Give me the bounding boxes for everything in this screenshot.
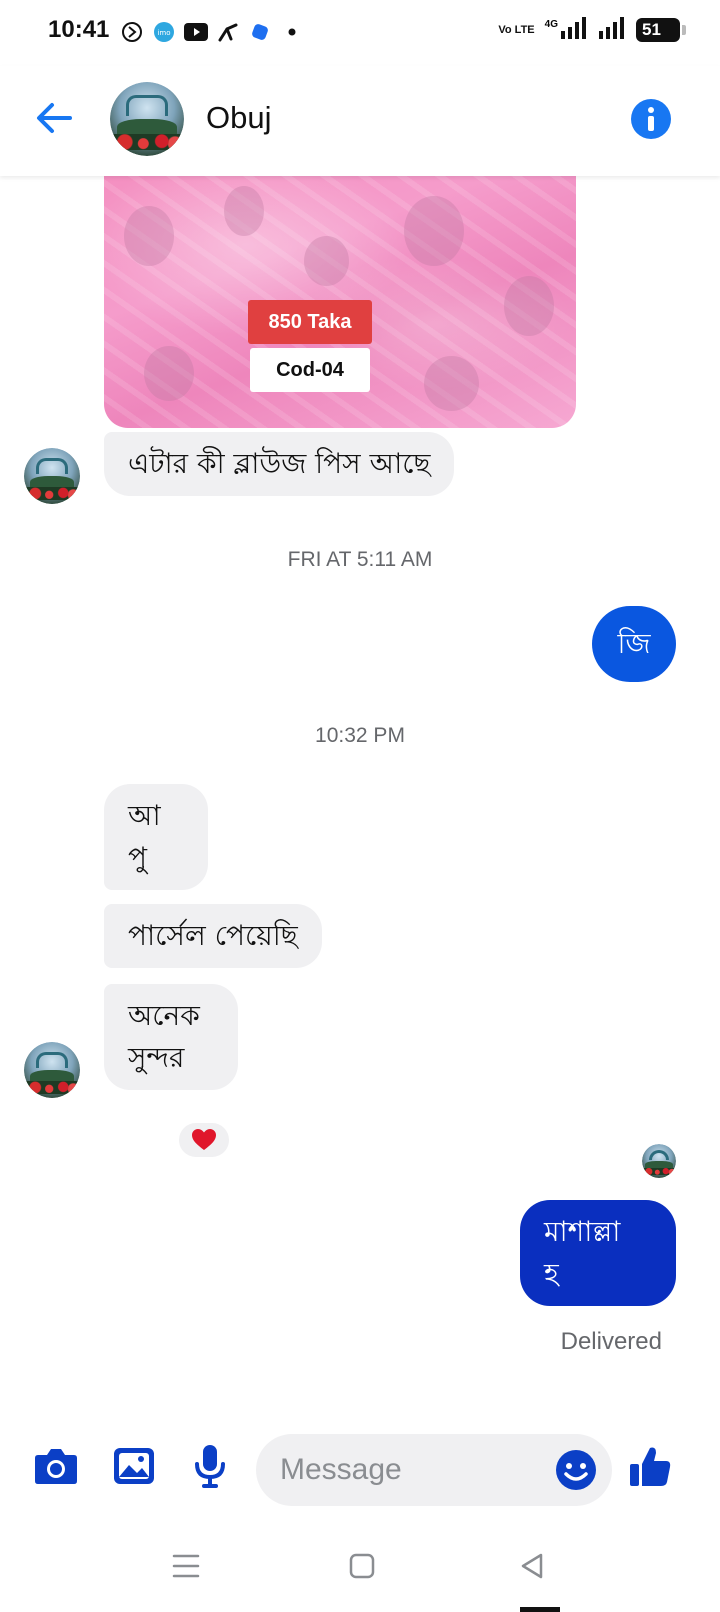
message-text-line: পু <box>128 841 148 874</box>
app-notification-icon <box>248 20 272 44</box>
info-button[interactable] <box>630 98 672 140</box>
telenor-icon <box>216 20 240 44</box>
gesture-indicator <box>520 1607 560 1612</box>
like-button[interactable] <box>626 1442 674 1490</box>
volte-indicator: Vo LTE <box>498 24 535 36</box>
svg-text:imo: imo <box>157 29 170 37</box>
info-icon <box>631 99 671 139</box>
message-bubble-incoming[interactable]: পার্সেল পেয়েছি <box>104 904 322 968</box>
home-button[interactable] <box>342 1546 382 1586</box>
timestamp-divider: FRI AT 5:11 AM <box>287 548 433 571</box>
camera-button[interactable] <box>32 1442 80 1490</box>
message-thread[interactable]: 850 Taka Cod-04 এটার কী ব্লাউজ পিস আছে F… <box>0 176 720 1416</box>
camera-icon <box>35 1449 77 1484</box>
message-bubble-incoming[interactable]: অনেক সুন্দর <box>104 984 238 1090</box>
message-text: এটার কী ব্লাউজ পিস আছে <box>128 447 431 480</box>
youtube-icon <box>184 20 208 44</box>
menu-icon <box>172 1554 200 1578</box>
seen-by-avatar <box>642 1144 676 1178</box>
system-indicators: Vo LTE 4G 51 <box>498 16 686 44</box>
timestamp-divider: 10:32 PM <box>315 724 405 747</box>
triangle-back-icon <box>521 1553 543 1579</box>
heart-reaction[interactable] <box>176 1120 232 1160</box>
thumbs-up-icon <box>630 1447 671 1486</box>
recents-button[interactable] <box>166 1546 206 1586</box>
message-text: জি <box>617 627 651 660</box>
message-bubble-outgoing[interactable]: জি <box>592 606 676 682</box>
square-icon <box>349 1553 375 1579</box>
signal-icon-2 <box>598 16 626 44</box>
product-code-tag: Cod-04 <box>250 348 370 392</box>
status-time: 10:41 <box>48 16 110 43</box>
signal-icon <box>560 16 588 44</box>
call-forward-icon <box>120 20 144 44</box>
battery-indicator: 51 <box>636 18 686 42</box>
chat-header: Obuj <box>0 66 720 176</box>
contact-name[interactable]: Obuj <box>206 100 271 136</box>
message-text: পার্সেল পেয়েছি <box>128 919 298 952</box>
back-nav-button[interactable] <box>512 1546 552 1586</box>
shared-product-image[interactable]: 850 Taka Cod-04 <box>104 176 576 428</box>
heart-icon <box>192 1129 216 1150</box>
message-text-line: হ <box>544 1257 559 1290</box>
sender-avatar[interactable] <box>24 448 80 504</box>
sender-avatar[interactable] <box>24 1042 80 1098</box>
message-bubble-incoming[interactable]: আ পু <box>104 784 208 890</box>
smiley-icon <box>556 1450 596 1490</box>
status-bar: 10:41 imo Vo LTE 4G 51 <box>0 0 720 66</box>
message-text-line: আ <box>128 799 161 832</box>
delivery-status: Delivered <box>560 1328 662 1355</box>
notification-icons: imo <box>120 20 304 44</box>
emoji-button[interactable] <box>554 1448 598 1492</box>
message-composer <box>0 1416 720 1516</box>
imo-icon: imo <box>152 20 176 44</box>
network-gen-label: 4G <box>544 18 558 30</box>
message-bubble-incoming[interactable]: এটার কী ব্লাউজ পিস আছে <box>104 432 455 496</box>
price-tag: 850 Taka <box>248 300 372 344</box>
contact-avatar[interactable] <box>110 82 184 156</box>
gallery-button[interactable] <box>110 1442 158 1490</box>
arrow-left-icon <box>37 103 72 133</box>
voice-button[interactable] <box>186 1442 234 1490</box>
message-text-line: অনেক <box>128 999 200 1032</box>
more-dot-icon <box>280 20 304 44</box>
system-nav-bar <box>0 1516 720 1612</box>
image-icon <box>114 1448 154 1484</box>
message-text-line: মাশাল্লা <box>544 1215 621 1248</box>
message-text-line: সুন্দর <box>128 1041 185 1074</box>
message-bubble-outgoing[interactable]: মাশাল্লা হ <box>520 1200 676 1306</box>
microphone-icon <box>195 1445 225 1488</box>
back-button[interactable] <box>32 96 76 140</box>
